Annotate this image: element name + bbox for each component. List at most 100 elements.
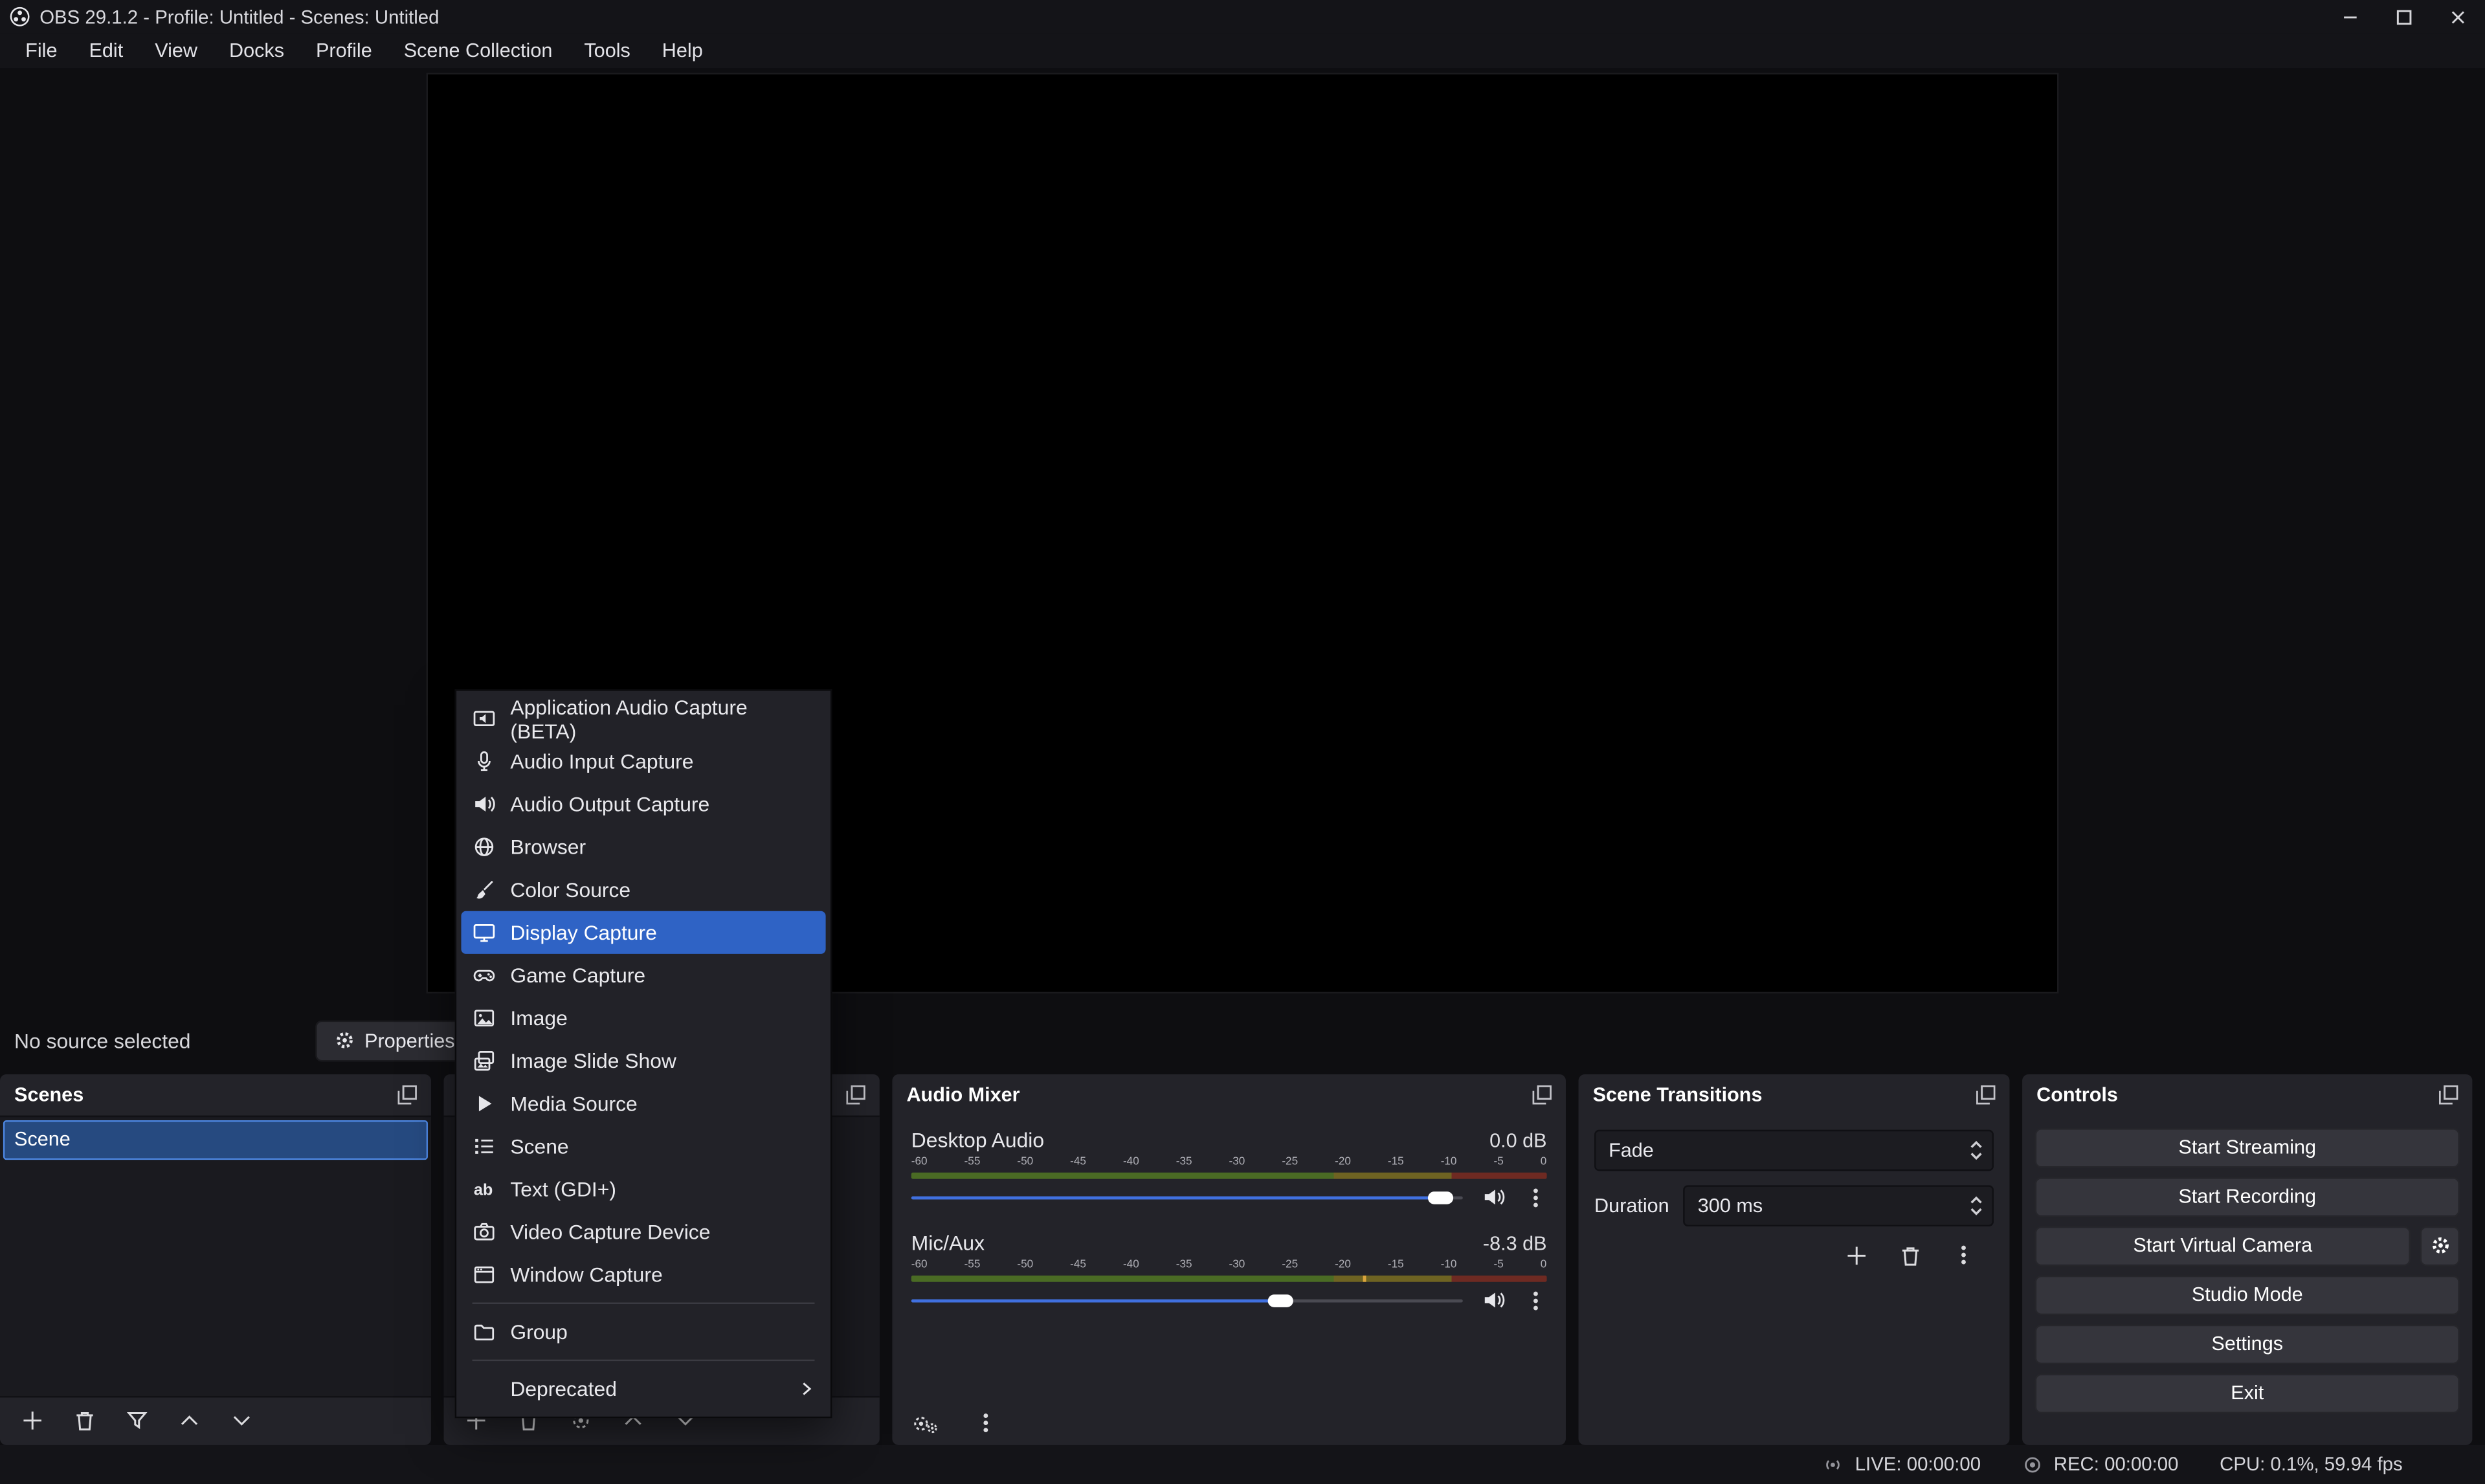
- camera-icon: [473, 1220, 496, 1244]
- trash-icon: [1899, 1243, 1922, 1267]
- start-recording-button[interactable]: Start Recording: [2035, 1177, 2460, 1216]
- menu-item-application-audio-capture[interactable]: Application Audio Capture (BETA): [461, 697, 825, 740]
- controls-header: Controls: [2022, 1074, 2472, 1115]
- live-status: LIVE: 00:00:00: [1823, 1453, 1981, 1475]
- controls-popout-button[interactable]: [2439, 1085, 2458, 1103]
- menu-separator: [473, 1303, 815, 1304]
- speaker-icon[interactable]: [1482, 1186, 1506, 1210]
- transition-select[interactable]: Fade: [1594, 1129, 1994, 1171]
- menu-item-image[interactable]: Image: [461, 997, 825, 1039]
- menu-item-image-slide-show[interactable]: Image Slide Show: [461, 1039, 825, 1082]
- peak-indicator: [1363, 1275, 1366, 1281]
- obs-window: OBS 29.1.2 - Profile: Untitled - Scenes:…: [0, 0, 2485, 1484]
- menu-help[interactable]: Help: [646, 33, 719, 68]
- transition-value: Fade: [1596, 1138, 1653, 1160]
- rec-status: REC: 00:00:00: [2022, 1453, 2179, 1475]
- volume-slider[interactable]: [911, 1186, 1463, 1208]
- slider-handle[interactable]: [1428, 1191, 1453, 1204]
- transition-options-icon[interactable]: [1952, 1243, 1974, 1267]
- scene-item[interactable]: Scene: [3, 1120, 428, 1159]
- speaker-icon[interactable]: [1482, 1289, 1506, 1312]
- menu-item-text-gdi[interactable]: ab Text (GDI+): [461, 1168, 825, 1210]
- duration-value: 300 ms: [1685, 1194, 1763, 1216]
- cpu-status: CPU: 0.1%, 59.94 fps: [2220, 1453, 2403, 1475]
- add-transition-button[interactable]: [1845, 1243, 1869, 1267]
- menu-item-deprecated[interactable]: Deprecated: [461, 1368, 825, 1410]
- popout-icon: [398, 1085, 417, 1103]
- transitions-header: Scene Transitions: [1579, 1074, 2010, 1115]
- paint-brush-icon: [473, 878, 496, 902]
- channel-name: Desktop Audio: [911, 1127, 1044, 1151]
- menu-item-color-source[interactable]: Color Source: [461, 869, 825, 911]
- slider-handle[interactable]: [1268, 1294, 1293, 1307]
- play-icon: [473, 1092, 496, 1116]
- scenes-popout-button[interactable]: [398, 1085, 417, 1103]
- volume-slider[interactable]: [911, 1289, 1463, 1311]
- audio-mixer-body: Desktop Audio 0.0 dB -60-55-50-45-40-35-…: [892, 1115, 1566, 1445]
- mixer-options-icon[interactable]: [975, 1412, 997, 1434]
- menu-item-video-capture-device[interactable]: Video Capture Device: [461, 1211, 825, 1254]
- menu-item-audio-output-capture[interactable]: Audio Output Capture: [461, 782, 825, 825]
- transitions-popout-button[interactable]: [1976, 1085, 1995, 1103]
- move-scene-up-button[interactable]: [177, 1409, 201, 1433]
- window-title: OBS 29.1.2 - Profile: Untitled - Scenes:…: [39, 6, 439, 28]
- maximize-button[interactable]: [2378, 0, 2431, 33]
- menu-item-group[interactable]: Group: [461, 1311, 825, 1353]
- virtual-camera-row: Start Virtual Camera: [2035, 1226, 2460, 1265]
- menu-scene-collection[interactable]: Scene Collection: [388, 33, 568, 68]
- menu-item-scene[interactable]: Scene: [461, 1125, 825, 1168]
- duration-input[interactable]: 300 ms: [1684, 1184, 1994, 1226]
- audio-mixer-header: Audio Mixer: [892, 1074, 1566, 1115]
- microphone-icon: [473, 749, 496, 773]
- menu-edit[interactable]: Edit: [73, 33, 139, 68]
- statusbar: LIVE: 00:00:00 REC: 00:00:00 CPU: 0.1%, …: [0, 1445, 2485, 1484]
- move-scene-down-button[interactable]: [230, 1409, 254, 1433]
- virtual-camera-config-button[interactable]: [2420, 1226, 2460, 1265]
- scene-filters-button[interactable]: [125, 1409, 149, 1433]
- exit-button[interactable]: Exit: [2035, 1373, 2460, 1413]
- plus-icon: [21, 1409, 45, 1433]
- close-button[interactable]: [2431, 0, 2485, 33]
- add-scene-button[interactable]: [21, 1409, 45, 1433]
- remove-scene-button[interactable]: [73, 1409, 97, 1433]
- minimize-button[interactable]: [2323, 0, 2377, 33]
- sources-popout-button[interactable]: [846, 1085, 865, 1103]
- popout-icon: [2439, 1085, 2458, 1103]
- settings-button[interactable]: Settings: [2035, 1324, 2460, 1364]
- menu-item-game-capture[interactable]: Game Capture: [461, 954, 825, 997]
- menu-item-browser[interactable]: Browser: [461, 826, 825, 869]
- menubar: File Edit View Docks Profile Scene Colle…: [0, 33, 2485, 68]
- combo-arrows[interactable]: [1961, 1140, 1992, 1159]
- menu-item-window-capture[interactable]: Window Capture: [461, 1254, 825, 1296]
- remove-transition-button[interactable]: [1899, 1243, 1922, 1267]
- app-audio-capture-icon: [473, 707, 496, 731]
- advanced-audio-icon[interactable]: [911, 1411, 940, 1435]
- chevron-down-icon: [1970, 1207, 1983, 1215]
- dock-row: Scenes Scene: [0, 1074, 2485, 1445]
- spinner-arrows[interactable]: [1961, 1196, 1992, 1215]
- channel-options-icon[interactable]: [1524, 1289, 1546, 1311]
- studio-mode-button[interactable]: Studio Mode: [2035, 1275, 2460, 1314]
- menu-docks[interactable]: Docks: [213, 33, 300, 68]
- menu-item-audio-input-capture[interactable]: Audio Input Capture: [461, 740, 825, 782]
- menu-view[interactable]: View: [139, 33, 214, 68]
- mixer-channel-desktop-audio: Desktop Audio 0.0 dB -60-55-50-45-40-35-…: [911, 1127, 1547, 1210]
- start-virtual-camera-button[interactable]: Start Virtual Camera: [2035, 1226, 2411, 1265]
- gear-icon: [335, 1030, 355, 1051]
- menu-file[interactable]: File: [10, 33, 73, 68]
- no-source-label: No source selected: [14, 1028, 190, 1052]
- scenes-toolbar: [0, 1397, 431, 1444]
- menu-item-display-capture[interactable]: Display Capture: [461, 911, 825, 954]
- properties-button[interactable]: Properties: [315, 1020, 474, 1061]
- audio-mixer-popout-button[interactable]: [1533, 1085, 1552, 1103]
- start-streaming-button[interactable]: Start Streaming: [2035, 1127, 2460, 1167]
- duration-label: Duration: [1594, 1194, 1669, 1216]
- channel-options-icon[interactable]: [1524, 1186, 1546, 1208]
- menu-profile[interactable]: Profile: [300, 33, 388, 68]
- menu-tools[interactable]: Tools: [568, 33, 646, 68]
- popout-icon: [1976, 1085, 1995, 1103]
- panel-controls: Controls Start Streaming Start Recording…: [2022, 1074, 2472, 1445]
- channel-name: Mic/Aux: [911, 1230, 985, 1254]
- db-scale: -60-55-50-45-40-35-30-25-20-15-10-50: [911, 1259, 1547, 1272]
- menu-item-media-source[interactable]: Media Source: [461, 1082, 825, 1125]
